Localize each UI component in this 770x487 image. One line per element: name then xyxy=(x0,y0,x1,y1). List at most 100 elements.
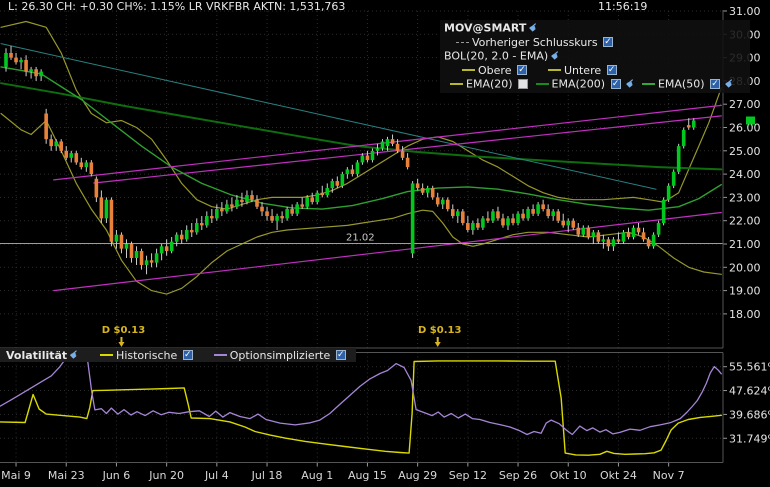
price-tick-label: 26.00 xyxy=(729,122,761,135)
prev-close-checkbox[interactable]: ✓ xyxy=(603,37,613,47)
candle-up xyxy=(275,216,279,221)
previous-close-label: 21.02 xyxy=(346,233,375,244)
study-title[interactable]: MOV@SMART xyxy=(444,22,526,35)
candle-down xyxy=(406,158,410,167)
candle-down xyxy=(290,209,294,214)
candle-up xyxy=(411,183,415,253)
candle-down xyxy=(416,183,420,188)
candle-up xyxy=(245,195,249,202)
candle-down xyxy=(521,214,525,219)
legend-bands-row: Obere ✓ Untere ✓ xyxy=(444,64,746,77)
candle-down xyxy=(627,232,631,237)
ema50-checkbox[interactable]: ✓ xyxy=(710,79,720,89)
lower-band-label: Untere xyxy=(564,64,601,77)
candle-down xyxy=(546,209,550,216)
trendline-magenta-upper-2 xyxy=(94,116,722,183)
candle-down xyxy=(44,114,48,140)
historical-vol-checkbox[interactable]: ✓ xyxy=(183,350,193,360)
candle-up xyxy=(19,60,23,62)
pointer-icon: ☛ xyxy=(67,346,84,363)
candle-down xyxy=(150,260,154,262)
candle-up xyxy=(215,209,219,218)
candle-up xyxy=(85,162,89,167)
volatility-title[interactable]: Volatilität xyxy=(6,349,67,362)
candle-down xyxy=(130,244,134,258)
date-tick-label: Jul 4 xyxy=(204,469,229,482)
candle-up xyxy=(622,232,626,241)
candle-down xyxy=(180,235,184,240)
historical-vol-label: Historische xyxy=(116,349,177,362)
candle-down xyxy=(576,228,580,235)
candle-up xyxy=(602,239,606,241)
candle-down xyxy=(461,211,465,223)
candle-down xyxy=(556,211,560,220)
implied-vol-checkbox[interactable]: ✓ xyxy=(336,350,346,360)
candle-down xyxy=(140,251,144,265)
main-legend: MOV@SMART☛ Vorheriger Schlusskurs ✓ BOL(… xyxy=(440,20,750,93)
ema20-checkbox[interactable] xyxy=(518,79,528,89)
candle-up xyxy=(225,204,229,211)
date-tick-label: Aug 15 xyxy=(348,469,387,482)
ema20-line-sample xyxy=(450,83,463,85)
candle-up xyxy=(441,200,445,205)
candle-down xyxy=(100,197,104,218)
ema50-line-sample xyxy=(642,83,655,85)
candle-up xyxy=(341,174,345,186)
candle-up xyxy=(160,246,164,253)
price-tick-label: 27.00 xyxy=(729,98,761,111)
ema200-label: EMA(200) xyxy=(552,78,606,91)
bol-title[interactable]: BOL(20, 2.0 - EMA) xyxy=(444,50,548,63)
ema200-line-sample xyxy=(536,83,549,85)
candle-down xyxy=(391,139,395,144)
candle-up xyxy=(175,235,179,242)
candle-down xyxy=(451,209,455,216)
candle-down xyxy=(220,209,224,211)
candle-up xyxy=(39,72,43,77)
candle-up xyxy=(692,121,696,128)
candle-down xyxy=(466,223,470,230)
candle-down xyxy=(496,211,500,218)
legend-bol-title-row[interactable]: BOL(20, 2.0 - EMA)☛ xyxy=(444,49,746,64)
date-tick-label: Mai 23 xyxy=(48,469,85,482)
date-tick-label: Mai 9 xyxy=(1,469,31,482)
ema200-checkbox[interactable]: ✓ xyxy=(611,79,621,89)
candle-down xyxy=(165,246,169,251)
implied-vol-label: Optionsimplizierte xyxy=(230,349,331,362)
candle-down xyxy=(95,179,99,198)
candle-down xyxy=(642,232,646,239)
historical-vol-line-sample xyxy=(100,354,113,356)
candle-down xyxy=(49,139,53,146)
candle-up xyxy=(361,155,365,162)
upper-band-label: Obere xyxy=(478,64,511,77)
candle-up xyxy=(677,146,681,172)
candle-down xyxy=(617,239,621,241)
vol-series-optionsimplizierte xyxy=(0,357,721,435)
candle-down xyxy=(501,218,505,225)
candle-up xyxy=(371,151,375,160)
price-tick-label: 21.00 xyxy=(729,238,761,251)
candle-up xyxy=(672,172,676,186)
upper-band-checkbox[interactable]: ✓ xyxy=(517,65,527,75)
candle-down xyxy=(531,209,535,214)
candle-up xyxy=(481,218,485,227)
candle-down xyxy=(9,53,13,58)
price-tick-label: 19.00 xyxy=(729,285,761,298)
candle-up xyxy=(346,169,350,174)
lower-band-checkbox[interactable]: ✓ xyxy=(607,65,617,75)
candle-down xyxy=(190,230,194,232)
candle-down xyxy=(637,228,641,233)
candle-up xyxy=(566,221,570,226)
legend-study-title-row[interactable]: MOV@SMART☛ xyxy=(444,21,746,36)
candle-up xyxy=(376,148,380,150)
candle-up xyxy=(582,228,586,235)
price-tick-label: 23.00 xyxy=(729,191,761,204)
candle-up xyxy=(471,223,475,230)
pointer-icon: ☛ xyxy=(526,19,542,35)
candle-down xyxy=(80,162,84,167)
candle-up xyxy=(155,253,159,262)
candle-up xyxy=(315,193,319,202)
pointer-icon: ☛ xyxy=(722,75,738,91)
candle-down xyxy=(59,141,63,150)
vol-series-historische xyxy=(0,361,721,455)
candle-down xyxy=(336,181,340,186)
